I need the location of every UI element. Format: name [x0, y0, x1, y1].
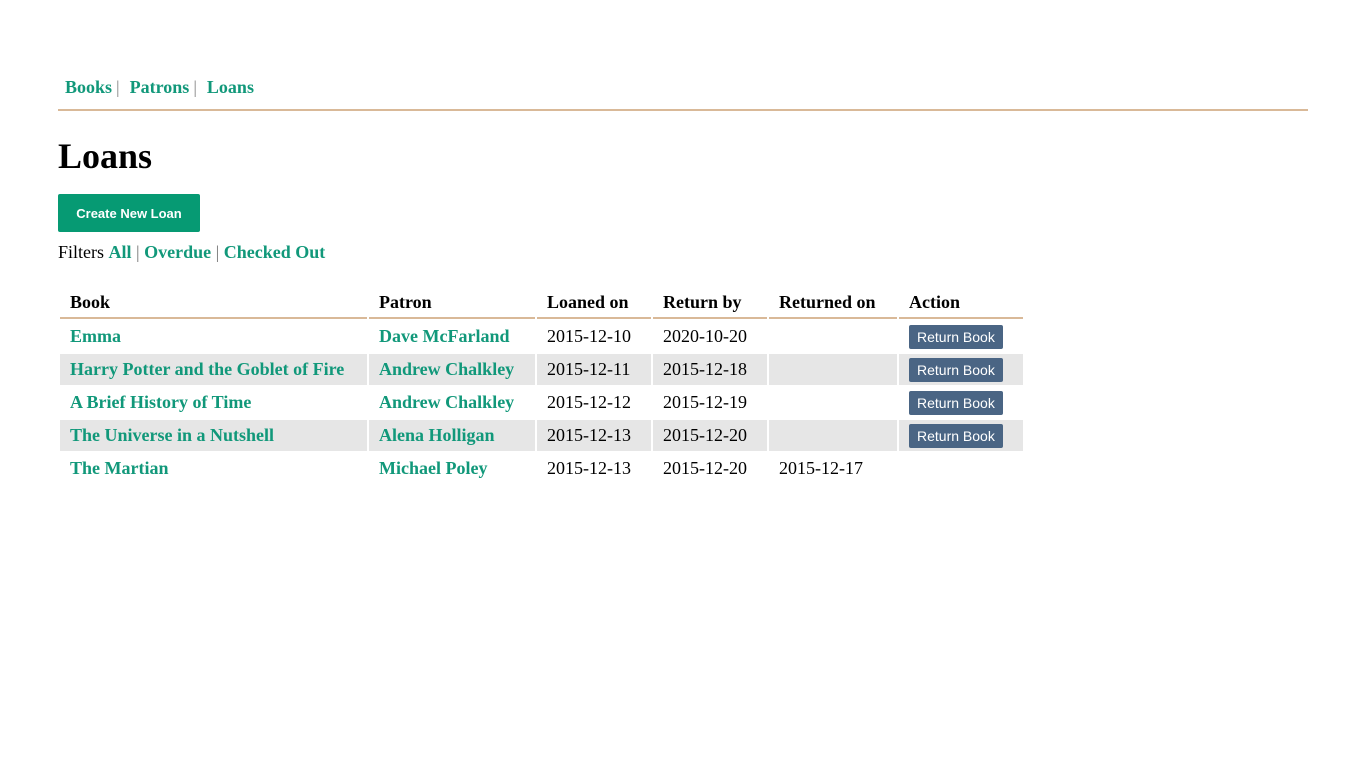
- page-title: Loans: [58, 136, 153, 176]
- return-by-cell: 2015-12-20: [653, 420, 767, 451]
- returned-on-cell: [769, 321, 897, 352]
- table-row: Emma Dave McFarland 2015-12-10 2020-10-2…: [60, 321, 1023, 352]
- returned-on-cell: [769, 420, 897, 451]
- table-row: The Martian Michael Poley 2015-12-13 201…: [60, 453, 1023, 484]
- filters-label: Filters: [58, 242, 105, 262]
- filter-separator: |: [136, 242, 140, 262]
- action-cell: Return Book: [899, 321, 1023, 352]
- book-cell: Emma: [60, 321, 367, 352]
- main-nav: Books | Patrons | Loans: [58, 76, 1308, 111]
- patron-link[interactable]: Dave McFarland: [379, 326, 509, 346]
- returned-on-cell: 2015-12-17: [779, 458, 863, 478]
- filters-bar: Filters All | Overdue | Checked Out: [58, 241, 325, 263]
- action-cell: Return Book: [899, 387, 1023, 418]
- returned-on-cell: [769, 387, 897, 418]
- patron-cell: Andrew Chalkley: [369, 387, 535, 418]
- patron-cell: Andrew Chalkley: [369, 354, 535, 385]
- loaned-on-cell: 2015-12-13: [547, 458, 631, 478]
- return-by-cell: 2015-12-18: [653, 354, 767, 385]
- column-header-patron: Patron: [369, 287, 535, 319]
- nav-link-patrons[interactable]: Patrons: [130, 77, 190, 97]
- column-header-returned-on: Returned on: [769, 287, 897, 319]
- page: Books | Patrons | Loans Loans Create New Loa…: [0, 0, 1366, 768]
- create-new-loan-button[interactable]: Create New Loan: [58, 194, 200, 232]
- column-header-loaned-on: Loaned on: [537, 287, 651, 319]
- filter-separator: |: [215, 242, 220, 262]
- patron-cell: Michael Poley: [369, 453, 535, 484]
- nav-links: Books | Patrons | Loans: [65, 76, 254, 98]
- patron-cell: Dave McFarland: [369, 321, 535, 352]
- loaned-on-cell: 2015-12-11: [537, 354, 651, 385]
- column-header-book: Book: [60, 287, 367, 319]
- nav-separator: |: [193, 77, 197, 97]
- loaned-on-cell: 2015-12-10: [547, 326, 631, 346]
- book-link[interactable]: Emma: [70, 326, 121, 346]
- filter-overdue[interactable]: Overdue: [144, 242, 211, 262]
- action-cell: [899, 453, 1023, 484]
- returned-on-cell: [769, 354, 897, 385]
- column-header-action: Action: [899, 287, 1023, 319]
- return-book-button[interactable]: Return Book: [909, 423, 1003, 448]
- book-link[interactable]: A Brief History of Time: [70, 392, 251, 412]
- patron-link[interactable]: Andrew Chalkley: [379, 359, 514, 379]
- action-cell: Return Book: [899, 354, 1023, 385]
- table-row: A Brief History of Time Andrew Chalkley …: [60, 387, 1023, 418]
- book-link[interactable]: Harry Potter and the Goblet of Fire: [70, 359, 344, 379]
- patron-link[interactable]: Michael Poley: [379, 458, 487, 478]
- column-header-return-by: Return by: [653, 287, 767, 319]
- return-by-cell: 2015-12-20: [663, 458, 747, 478]
- return-by-cell: 2015-12-19: [663, 392, 747, 412]
- book-cell: The Universe in a Nutshell: [60, 420, 367, 451]
- patron-link[interactable]: Andrew Chalkley: [379, 392, 514, 412]
- book-link[interactable]: The Martian: [70, 458, 169, 478]
- table-header-row: Book Patron Loaned on Return by Returned…: [60, 287, 1023, 319]
- return-by-cell: 2020-10-20: [663, 326, 747, 346]
- book-cell: The Martian: [60, 453, 367, 484]
- patron-link[interactable]: Alena Holligan: [379, 425, 495, 445]
- book-link[interactable]: The Universe in a Nutshell: [70, 425, 274, 445]
- table-row: Harry Potter and the Goblet of Fire Andr…: [60, 354, 1023, 385]
- nav-link-loans[interactable]: Loans: [207, 77, 254, 97]
- book-cell: A Brief History of Time: [60, 387, 367, 418]
- action-cell: Return Book: [899, 420, 1023, 451]
- book-cell: Harry Potter and the Goblet of Fire: [60, 354, 367, 385]
- filter-all[interactable]: All: [109, 242, 132, 262]
- nav-separator: |: [116, 77, 120, 97]
- patron-cell: Alena Holligan: [369, 420, 535, 451]
- filter-checked-out[interactable]: Checked Out: [224, 242, 326, 262]
- loans-table: Book Patron Loaned on Return by Returned…: [58, 285, 1025, 486]
- return-book-button[interactable]: Return Book: [909, 324, 1003, 349]
- return-book-button[interactable]: Return Book: [909, 357, 1003, 382]
- nav-link-books[interactable]: Books: [65, 77, 112, 97]
- table-row: The Universe in a Nutshell Alena Holliga…: [60, 420, 1023, 451]
- return-book-button[interactable]: Return Book: [909, 390, 1003, 415]
- loaned-on-cell: 2015-12-12: [547, 392, 631, 412]
- loaned-on-cell: 2015-12-13: [537, 420, 651, 451]
